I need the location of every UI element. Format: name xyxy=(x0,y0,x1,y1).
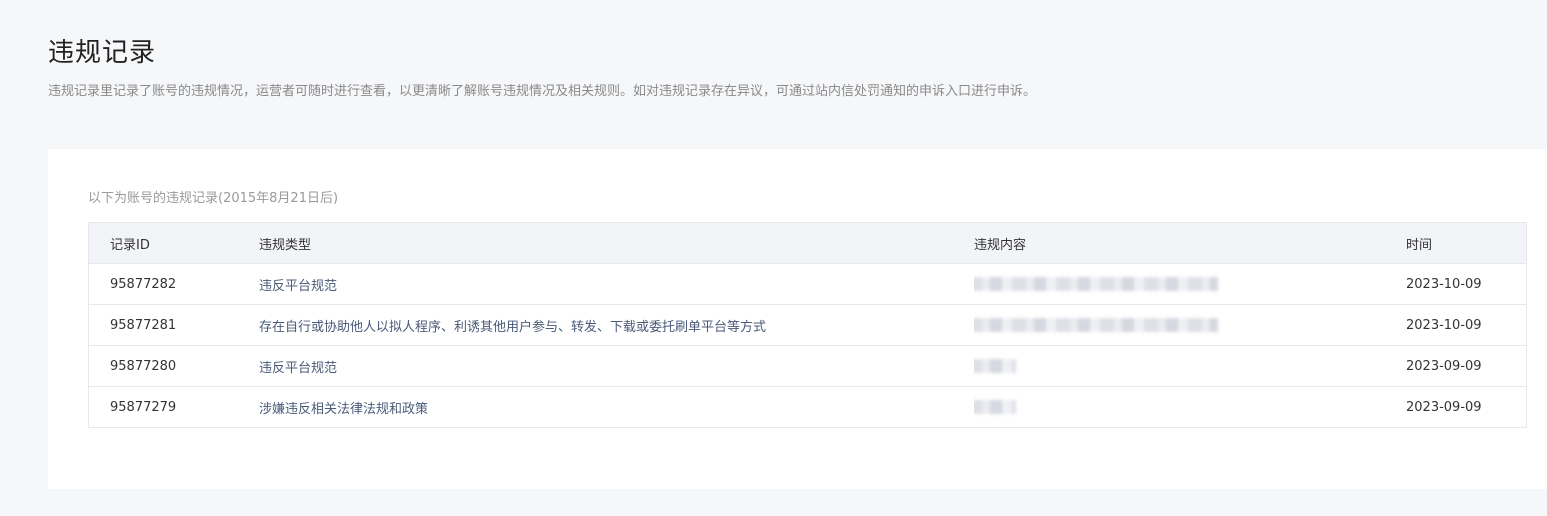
column-header-type: 违规类型 xyxy=(259,237,312,253)
record-type-label[interactable]: 违反平台规范 xyxy=(259,361,337,376)
record-content-redacted xyxy=(974,264,1406,305)
record-id: 95877279 xyxy=(110,399,177,415)
page-description: 违规记录里记录了账号的违规情况，运营者可随时进行查看，以更清晰了解账号违规情况及… xyxy=(48,84,1037,99)
record-time: 2023-09-09 xyxy=(1406,358,1482,374)
table-row: 95877282 违反平台规范 2023-10-09 xyxy=(88,263,1527,305)
record-time: 2023-09-09 xyxy=(1406,399,1482,415)
record-type-label[interactable]: 涉嫌违反相关法律法规和政策 xyxy=(259,402,428,417)
record-id: 95877282 xyxy=(110,276,177,292)
record-content-redacted xyxy=(974,346,1406,387)
table-row: 95877280 违反平台规范 2023-09-09 xyxy=(88,345,1527,387)
table-header-row: 记录ID 违规类型 违规内容 时间 xyxy=(88,222,1527,264)
record-content-redacted xyxy=(974,387,1406,428)
record-type[interactable]: 涉嫌违反相关法律法规和政策 xyxy=(259,387,974,428)
column-header-time: 时间 xyxy=(1406,237,1433,253)
table-row: 95877281 存在自行或协助他人以拟人程序、利诱其他用户参与、转发、下载或委… xyxy=(88,304,1527,346)
column-header-content: 违规内容 xyxy=(974,237,1027,253)
record-time: 2023-10-09 xyxy=(1406,276,1482,292)
redacted-content-block xyxy=(974,359,1016,373)
record-type-label[interactable]: 违反平台规范 xyxy=(259,279,337,294)
record-id: 95877280 xyxy=(110,358,177,374)
redacted-content-block xyxy=(974,400,1016,414)
table-caption: 以下为账号的违规记录(2015年8月21日后) xyxy=(88,191,339,206)
record-content-redacted xyxy=(974,305,1406,346)
violation-records-table: 记录ID 违规类型 违规内容 时间 95877282 违反平台规范 2023-1… xyxy=(88,222,1527,428)
records-card: 以下为账号的违规记录(2015年8月21日后) 记录ID 违规类型 违规内容 时… xyxy=(48,149,1547,489)
record-id: 95877281 xyxy=(110,317,177,333)
record-time: 2023-10-09 xyxy=(1406,317,1482,333)
page-title: 违规记录 xyxy=(48,38,157,69)
redacted-content-block xyxy=(974,277,1218,291)
table-row: 95877279 涉嫌违反相关法律法规和政策 2023-09-09 xyxy=(88,386,1527,428)
record-type[interactable]: 违反平台规范 xyxy=(259,346,974,387)
record-type[interactable]: 违反平台规范 xyxy=(259,264,974,305)
record-type-label[interactable]: 存在自行或协助他人以拟人程序、利诱其他用户参与、转发、下载或委托刷单平台等方式 xyxy=(259,320,766,335)
redacted-content-block xyxy=(974,318,1218,332)
record-type[interactable]: 存在自行或协助他人以拟人程序、利诱其他用户参与、转发、下载或委托刷单平台等方式 xyxy=(259,305,974,346)
column-header-id: 记录ID xyxy=(110,237,150,253)
